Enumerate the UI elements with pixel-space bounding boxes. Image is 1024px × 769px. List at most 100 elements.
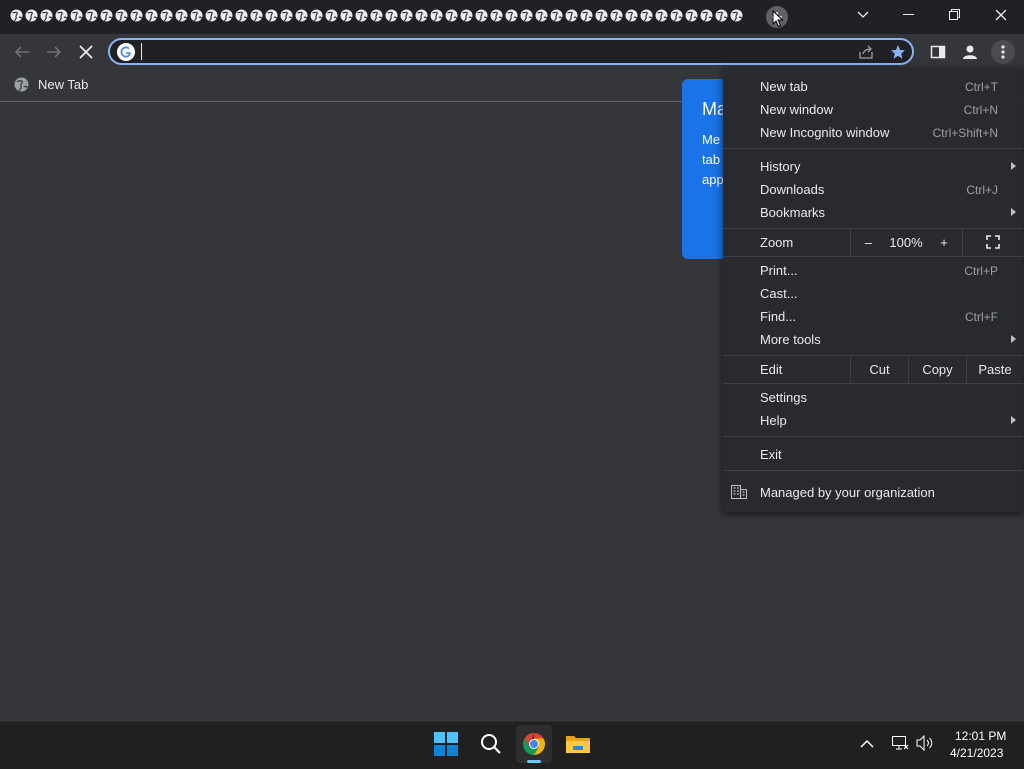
browser-tab[interactable] <box>250 9 263 23</box>
browser-tab[interactable] <box>595 9 608 23</box>
menu-item-more-tools[interactable]: More tools <box>760 332 821 347</box>
browser-tab[interactable] <box>340 9 353 23</box>
browser-tab[interactable] <box>160 9 173 23</box>
browser-tab[interactable] <box>400 9 413 23</box>
browser-tab[interactable] <box>475 9 488 23</box>
browser-tab[interactable] <box>355 9 368 23</box>
stop-button[interactable] <box>76 42 96 62</box>
back-button[interactable] <box>12 42 32 62</box>
side-panel-button[interactable] <box>928 42 948 62</box>
menu-item-managed[interactable]: Managed by your organization <box>760 485 935 500</box>
taskbar-time[interactable]: 12:01 PM <box>955 729 1006 743</box>
forward-button[interactable] <box>44 42 64 62</box>
zoom-controls: – 100% + <box>850 228 1023 256</box>
share-button[interactable] <box>856 42 876 62</box>
zoom-level: 100% <box>889 234 923 250</box>
restore-button[interactable] <box>932 0 978 30</box>
menu-item-downloads[interactable]: Downloads <box>760 182 824 197</box>
browser-tab[interactable] <box>685 9 698 23</box>
browser-tab[interactable] <box>85 9 98 23</box>
menu-item-help[interactable]: Help <box>760 413 787 428</box>
network-button[interactable] <box>891 735 909 756</box>
browser-tab[interactable] <box>610 9 623 23</box>
menu-item-find[interactable]: Find... <box>760 309 796 324</box>
taskbar-file-explorer-button[interactable] <box>560 725 596 763</box>
bookmark-star-button[interactable] <box>888 42 908 62</box>
menu-item-bookmarks[interactable]: Bookmarks <box>760 205 825 220</box>
zoom-out-button[interactable]: – <box>850 228 886 256</box>
tab-search-button[interactable] <box>840 0 886 30</box>
start-button[interactable] <box>428 725 464 763</box>
browser-tab[interactable] <box>10 9 23 23</box>
browser-tab[interactable] <box>715 9 728 23</box>
profile-button[interactable] <box>960 42 980 62</box>
browser-tab[interactable] <box>535 9 548 23</box>
menu-item-new-tab[interactable]: New tab <box>760 79 808 94</box>
browser-tab[interactable] <box>175 9 188 23</box>
copy-button[interactable]: Copy <box>908 355 966 383</box>
browser-tab[interactable] <box>130 9 143 23</box>
browser-tab[interactable] <box>700 9 713 23</box>
zoom-in-button[interactable]: + <box>926 228 962 256</box>
star-icon <box>891 45 905 59</box>
cut-button[interactable]: Cut <box>850 355 908 383</box>
browser-tab[interactable] <box>460 9 473 23</box>
browser-tab[interactable] <box>670 9 683 23</box>
menu-item-exit[interactable]: Exit <box>760 447 782 462</box>
browser-tab[interactable] <box>625 9 638 23</box>
globe-icon <box>40 9 53 22</box>
browser-tab[interactable] <box>40 9 53 23</box>
menu-item-new-incognito[interactable]: New Incognito window <box>760 125 889 140</box>
browser-tab[interactable] <box>415 9 428 23</box>
taskbar-search-button[interactable] <box>473 725 509 763</box>
browser-tab[interactable] <box>310 9 323 23</box>
globe-icon <box>565 9 578 22</box>
taskbar-chrome-button[interactable] <box>516 725 552 763</box>
minimize-button[interactable] <box>886 0 932 30</box>
google-icon <box>117 43 135 61</box>
browser-tab[interactable] <box>295 9 308 23</box>
browser-tab[interactable] <box>205 9 218 23</box>
submenu-arrow-icon <box>1011 208 1016 216</box>
bookmark-new-tab[interactable]: New Tab <box>38 77 88 92</box>
browser-tab[interactable] <box>655 9 668 23</box>
menu-item-settings[interactable]: Settings <box>760 390 807 405</box>
browser-tab[interactable] <box>55 9 68 23</box>
browser-tab[interactable] <box>640 9 653 23</box>
browser-tab[interactable] <box>580 9 593 23</box>
menu-item-cast[interactable]: Cast... <box>760 286 798 301</box>
address-bar[interactable] <box>108 38 914 65</box>
browser-tab[interactable] <box>385 9 398 23</box>
browser-tab[interactable] <box>220 9 233 23</box>
browser-tab[interactable] <box>730 9 743 23</box>
browser-tab[interactable] <box>445 9 458 23</box>
browser-tab[interactable] <box>145 9 158 23</box>
browser-tab[interactable] <box>100 9 113 23</box>
browser-tab[interactable] <box>325 9 338 23</box>
browser-tab[interactable] <box>280 9 293 23</box>
globe-icon <box>250 9 263 22</box>
show-hidden-icons-button[interactable] <box>860 736 874 754</box>
browser-tab[interactable] <box>235 9 248 23</box>
browser-tab[interactable] <box>70 9 83 23</box>
browser-tab[interactable] <box>115 9 128 23</box>
menu-item-history[interactable]: History <box>760 159 800 174</box>
close-window-button[interactable] <box>978 0 1024 30</box>
browser-tab[interactable] <box>565 9 578 23</box>
menu-item-new-window[interactable]: New window <box>760 102 833 117</box>
browser-tab[interactable] <box>520 9 533 23</box>
menu-item-print[interactable]: Print... <box>760 263 798 278</box>
browser-tab[interactable] <box>370 9 383 23</box>
browser-tab[interactable] <box>550 9 563 23</box>
chrome-menu-button[interactable] <box>991 40 1015 64</box>
browser-tab[interactable] <box>190 9 203 23</box>
browser-tab[interactable] <box>25 9 38 23</box>
browser-tab[interactable] <box>490 9 503 23</box>
browser-tab[interactable] <box>265 9 278 23</box>
volume-button[interactable] <box>916 734 936 756</box>
browser-tab[interactable] <box>505 9 518 23</box>
fullscreen-button[interactable] <box>962 228 1023 256</box>
browser-tab[interactable] <box>430 9 443 23</box>
taskbar-date[interactable]: 4/21/2023 <box>950 746 1003 760</box>
paste-button[interactable]: Paste <box>966 355 1023 383</box>
